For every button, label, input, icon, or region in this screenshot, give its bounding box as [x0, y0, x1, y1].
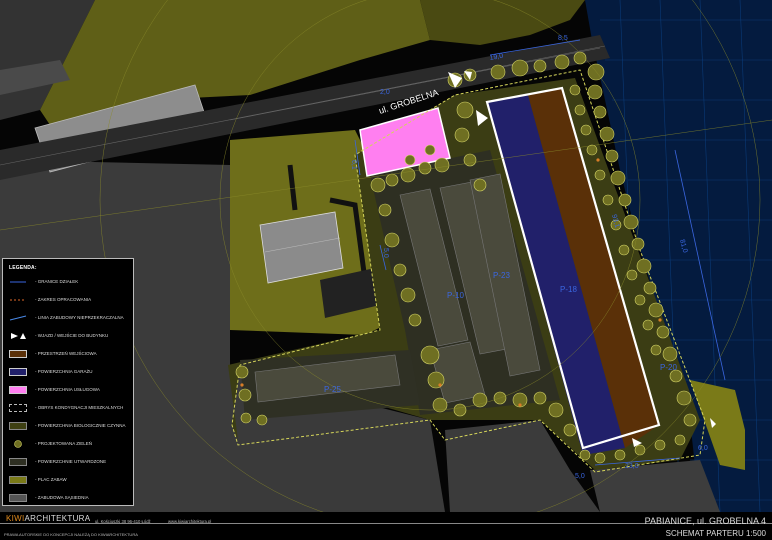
site-plan-sheet: ul. GROBELNA P-10 P-23 P-25 P-18 P-20 23…	[0, 0, 772, 540]
plot-boundary-line-icon	[10, 281, 26, 283]
legend-item-label: - PRZESTRZEŃ WEJŚCIOWA	[35, 351, 97, 356]
legend: LEGENDA: - GRANICE DZIAŁEK - ZAKRES OPRA…	[2, 258, 134, 506]
legend-item: - POWIERZCHNIA BIOLOGICZNIE CZYNNA	[9, 421, 133, 431]
parking-label-p-top: P-10	[447, 291, 464, 300]
legend-item-label: - WJAZD / WEJŚCIE DO BUDYNKU	[35, 333, 109, 338]
brand-kiwi: KIWI	[6, 514, 25, 523]
legend-item-label: - POWIERZCHNIA BIOLOGICZNIE CZYNNA	[35, 423, 126, 428]
legend-item-label: - POWIERZCHNIA GARAŻU	[35, 369, 93, 374]
building-line-icon	[9, 315, 27, 321]
paved-area-swatch	[9, 458, 27, 466]
study-scope-line-icon	[10, 299, 26, 301]
dim-small-a: 2,0	[380, 89, 390, 96]
legend-item: - PRZESTRZEŃ WEJŚCIOWA	[9, 349, 133, 359]
project-title: PABIANICE, ul. GROBELNA 4	[644, 516, 766, 526]
dim-width-bottom: 23,0	[625, 463, 639, 470]
legend-item-label: - POWIERZCHNIE UTWARDZONE	[35, 459, 107, 464]
legend-item: - POWIERZCHNIA GARAŻU	[9, 367, 133, 377]
legend-item-label: - POWIERZCHNIA USŁUGOWA	[35, 387, 100, 392]
dim-gap-bottom: 5,0	[575, 473, 585, 480]
brand-logo: KIWIARCHITEKTURA	[6, 514, 90, 523]
legend-item-label: - OBRYS KONDYGNACJI MIESZKALNYCH	[35, 405, 124, 410]
legend-item-label: - PROJEKTOWANA ZIELEŃ	[35, 441, 93, 446]
legend-item-label: - ZAKRES OPRACOWANIA	[35, 297, 92, 302]
legend-item-label: - ZABUDOWA SĄSIEDNIA	[35, 495, 89, 500]
title-block: KIWIARCHITEKTURA ul. Kościuszki 38 96-41…	[0, 512, 772, 540]
legend-item: - POWIERZCHNIA USŁUGOWA	[9, 385, 133, 395]
entrance-arrow-icon	[11, 333, 26, 339]
copyright-note: PRAWA AUTORSKIE DO KONCEPCJI NALEŻĄ DO K…	[4, 532, 138, 537]
parking-label-p-strip: P-20	[660, 363, 677, 372]
dim-gap-top: 8,5	[558, 35, 568, 42]
legend-item: - ZABUDOWA SĄSIEDNIA	[9, 493, 133, 503]
legend-item-label: - GRANICE DZIAŁEK	[35, 279, 79, 284]
legend-item: - ZAKRES OPRACOWANIA	[9, 295, 133, 305]
dim-service-depth: 6,1	[350, 160, 357, 170]
bio-area-swatch	[9, 422, 27, 430]
legend-item: - OBRYS KONDYGNACJI MIESZKALNYCH	[9, 403, 133, 413]
parking-label-p-mid: P-23	[493, 271, 510, 280]
residential-outline-icon	[9, 404, 27, 412]
garage-area-swatch	[9, 368, 27, 376]
neighbor-building-swatch	[9, 494, 27, 502]
parking-label-p-garage: P-18	[560, 285, 577, 294]
legend-item: - PROJEKTOWANA ZIELEŃ	[9, 439, 133, 449]
tree-icon	[14, 440, 22, 448]
service-area-swatch	[9, 386, 27, 394]
dim-small-b: 6,0	[698, 445, 708, 452]
legend-item: - GRANICE DZIAŁEK	[9, 277, 133, 287]
legend-item: - PLAC ZABAW	[9, 475, 133, 485]
legend-item: - LINIA ZABUDOWY NIEPRZEKRACZALNA	[9, 313, 133, 323]
legend-title: LEGENDA:	[9, 265, 37, 271]
legend-item-label: - PLAC ZABAW	[35, 477, 67, 482]
legend-item: - WJAZD / WEJŚCIE DO BUDYNKU	[9, 331, 133, 341]
entrance-area-swatch	[9, 350, 27, 358]
dim-gap-left: 5,0	[382, 248, 389, 258]
legend-item: - POWIERZCHNIE UTWARDZONE	[9, 457, 133, 467]
parking-label-p-left: P-25	[324, 385, 341, 394]
legend-item-label: - LINIA ZABUDOWY NIEPRZEKRACZALNA	[35, 315, 124, 320]
playground-swatch	[9, 476, 27, 484]
brand-architektura: ARCHITEKTURA	[24, 514, 91, 523]
sheet-title: SCHEMAT PARTERU 1:500	[665, 529, 766, 538]
